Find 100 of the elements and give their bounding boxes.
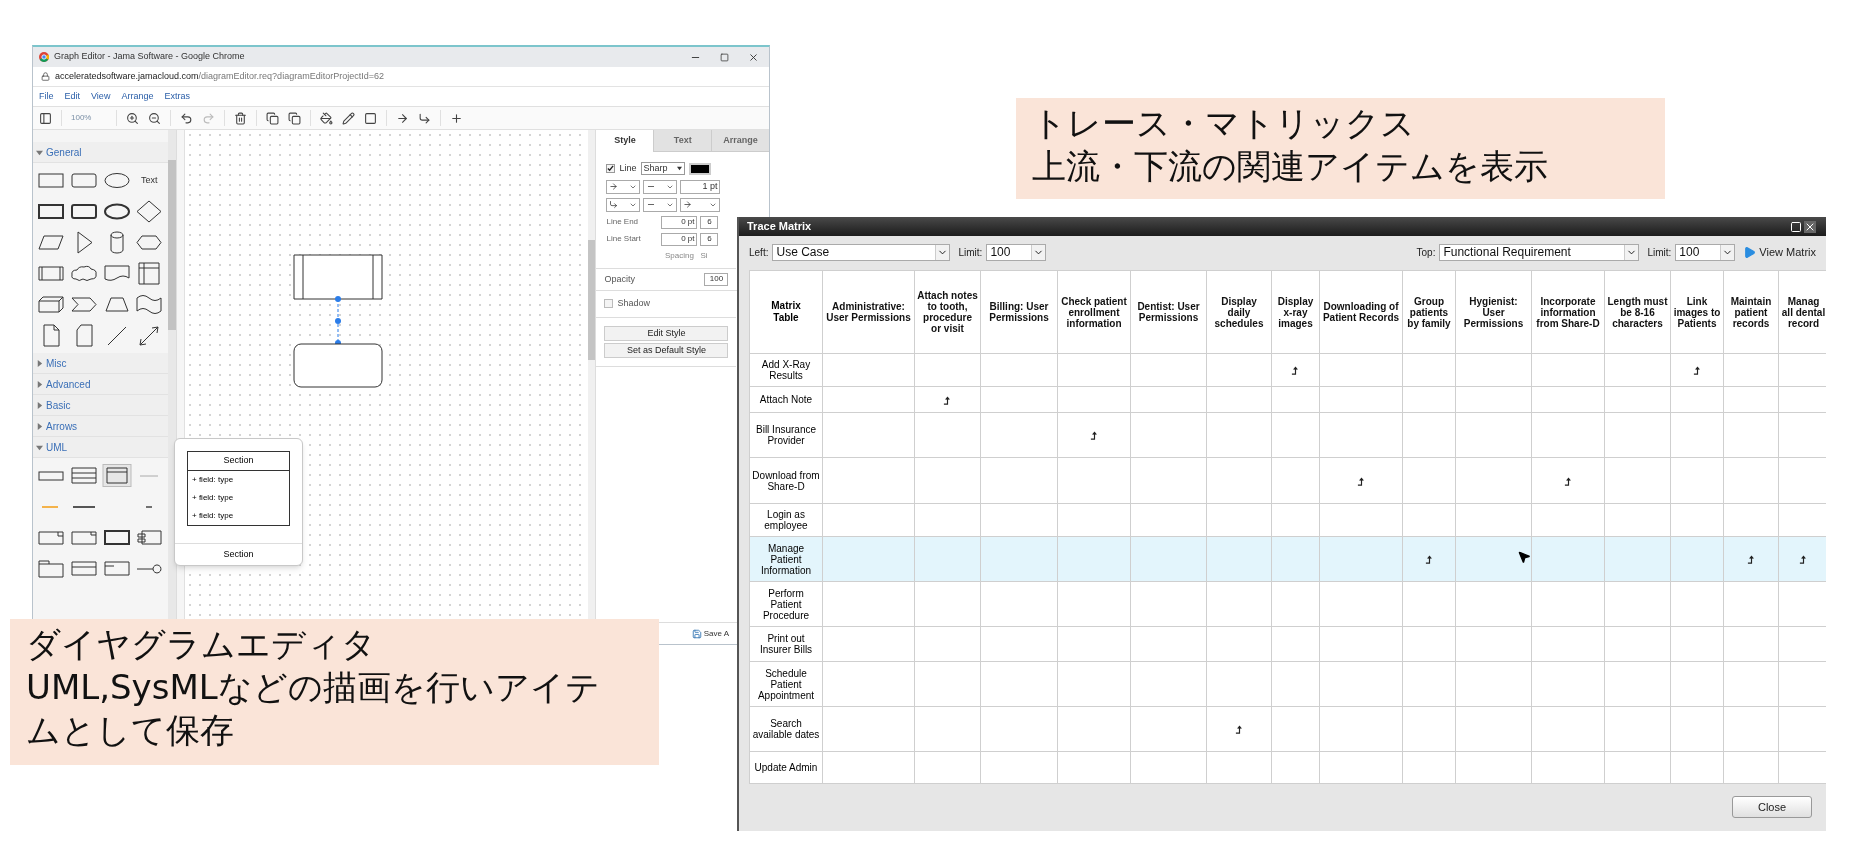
cube-shape-icon[interactable] xyxy=(36,293,67,316)
delete-icon[interactable] xyxy=(234,111,247,125)
trace-link-icon xyxy=(1799,555,1808,565)
sidebar-section-header[interactable]: General xyxy=(33,142,168,163)
shadow-icon[interactable] xyxy=(364,111,377,125)
close-icon[interactable] xyxy=(748,51,759,63)
panel-toggle-icon[interactable] xyxy=(39,111,52,125)
matrix-row[interactable]: Search available dates xyxy=(749,706,1826,752)
menu-item[interactable]: Extras xyxy=(164,89,190,104)
select-field[interactable]: 100 xyxy=(986,243,1047,261)
close-icon[interactable] xyxy=(1804,220,1816,233)
arrow-icon xyxy=(609,182,619,191)
select-field[interactable]: Functional Requirement xyxy=(1439,243,1640,261)
to-front-icon[interactable] xyxy=(266,111,279,125)
matrix-row[interactable]: Add X-Ray Results xyxy=(749,353,1826,387)
waypoint-select[interactable] xyxy=(606,197,641,212)
filter-label: Limit: xyxy=(1647,245,1672,260)
matrix-row[interactable]: Print out Insurer Bills xyxy=(749,626,1826,662)
line-style-select[interactable]: Sharp xyxy=(640,162,685,176)
view-matrix-button[interactable]: View Matrix xyxy=(1743,243,1816,261)
close-button[interactable]: Close xyxy=(1732,796,1812,818)
section-shape-icon[interactable] xyxy=(101,464,132,487)
matrix-row[interactable]: Attach Note xyxy=(749,386,1826,413)
menu-item[interactable]: Edit xyxy=(64,89,81,104)
size-field[interactable]: 0 pt xyxy=(661,215,698,229)
arrow-icon xyxy=(683,200,693,209)
color-swatch[interactable] xyxy=(688,162,711,175)
column-header: Length must be 8-16 characters xyxy=(1604,270,1671,354)
rounded-rectangle-shape[interactable] xyxy=(293,343,383,388)
spacing-field[interactable]: 6 xyxy=(700,215,719,229)
matrix-row[interactable]: Login as employee xyxy=(749,503,1826,537)
matrix-row[interactable]: Schedule Patient Appointment xyxy=(749,661,1826,707)
corner-header: Matrix Table xyxy=(749,270,823,354)
start-arrow-select[interactable] xyxy=(606,179,641,194)
process-shape[interactable] xyxy=(293,254,383,300)
caret-right-icon xyxy=(36,422,43,430)
insert-icon[interactable] xyxy=(450,111,463,125)
row-header: Manage Patient Information xyxy=(749,536,823,582)
row-header: Perform Patient Procedure xyxy=(749,581,823,627)
to-back-icon[interactable] xyxy=(288,111,301,125)
connector-icon xyxy=(609,200,619,209)
matrix-row[interactable]: Bill Insurance Provider xyxy=(749,412,1826,458)
menu-item[interactable]: View xyxy=(91,89,111,104)
selected-connector[interactable] xyxy=(334,296,341,346)
tape-shape-icon[interactable] xyxy=(134,293,165,316)
column-label: Si xyxy=(700,249,709,262)
line-checkbox[interactable] xyxy=(606,164,616,174)
matrix-row[interactable]: Update Admin xyxy=(749,751,1826,784)
matrix-row[interactable]: Download from Share-D xyxy=(749,457,1826,504)
scrollbar-thumb[interactable] xyxy=(587,240,596,360)
caret-right-icon xyxy=(36,359,43,367)
shadow-checkbox[interactable] xyxy=(604,299,614,309)
class-shape-icon[interactable] xyxy=(68,464,99,487)
line-color-icon[interactable] xyxy=(342,111,355,125)
line-width-field[interactable]: 1 pt xyxy=(680,179,721,194)
address-bar[interactable]: acceleratedsoftware.jamacloud.com/diagramEditor.req?diagramEditorProjectId=62 xyxy=(55,69,384,84)
row-header: Schedule Patient Appointment xyxy=(749,661,823,707)
select-field[interactable]: Use Case xyxy=(772,243,951,261)
menu-item[interactable]: File xyxy=(39,89,54,104)
waypoints-icon[interactable] xyxy=(418,111,431,125)
size-field[interactable]: 0 pt xyxy=(661,232,698,246)
column-header: Display x-ray images xyxy=(1271,270,1320,354)
zoom-in-icon[interactable] xyxy=(126,111,139,125)
trace-link-icon xyxy=(1692,366,1702,376)
sidebar-section-header[interactable]: Misc xyxy=(33,353,168,374)
trace-link-icon xyxy=(1356,476,1366,486)
connection-icon[interactable] xyxy=(396,111,409,125)
format-tab[interactable]: Text xyxy=(653,130,712,152)
opacity-field[interactable]: 100 xyxy=(704,272,729,286)
mouse-cursor-icon xyxy=(1517,550,1531,564)
spacing-field[interactable]: 6 xyxy=(700,232,719,246)
scrollbar-thumb[interactable] xyxy=(167,160,176,330)
sidebar-section-header[interactable]: UML xyxy=(33,437,168,458)
browser-logo-icon xyxy=(39,52,49,62)
trace-link-icon xyxy=(1291,366,1300,376)
select-field[interactable]: 100 xyxy=(1675,243,1736,261)
maximize-icon[interactable] xyxy=(720,52,729,62)
style-button[interactable]: Edit Style xyxy=(604,325,729,341)
row-header: Download from Share-D xyxy=(749,457,823,504)
undo-icon[interactable] xyxy=(180,111,193,125)
menu-item[interactable]: Arrange xyxy=(121,89,154,104)
save-button[interactable]: Save A xyxy=(703,627,729,640)
zoom-out-icon[interactable] xyxy=(148,111,161,125)
shadow-label: Shadow xyxy=(617,297,650,310)
row-header: Bill Insurance Provider xyxy=(749,412,823,458)
package-shape-icon[interactable] xyxy=(36,557,67,580)
matrix-row[interactable]: Perform Patient Procedure xyxy=(749,581,1826,627)
text-shape[interactable]: Text xyxy=(141,173,158,188)
column-header: Hygienist: User Permissions xyxy=(1455,270,1532,354)
fill-color-icon[interactable] xyxy=(320,111,333,125)
end-arrow-select[interactable] xyxy=(680,197,721,212)
sidebar-section-header[interactable]: Advanced xyxy=(33,374,168,395)
sidebar-section-header[interactable]: Arrows xyxy=(33,416,168,437)
preview-caption: Section xyxy=(175,542,302,565)
style-button[interactable]: Set as Default Style xyxy=(604,342,729,358)
restore-icon[interactable] xyxy=(1790,220,1802,233)
caption-text: UML,SysMLなどの描画を行いアイテムとして保存 xyxy=(26,666,601,752)
sidebar-section-header[interactable]: Basic xyxy=(33,395,168,416)
matrix-row[interactable]: Manage Patient Information xyxy=(749,536,1826,582)
format-tab[interactable]: Arrange xyxy=(711,130,769,152)
